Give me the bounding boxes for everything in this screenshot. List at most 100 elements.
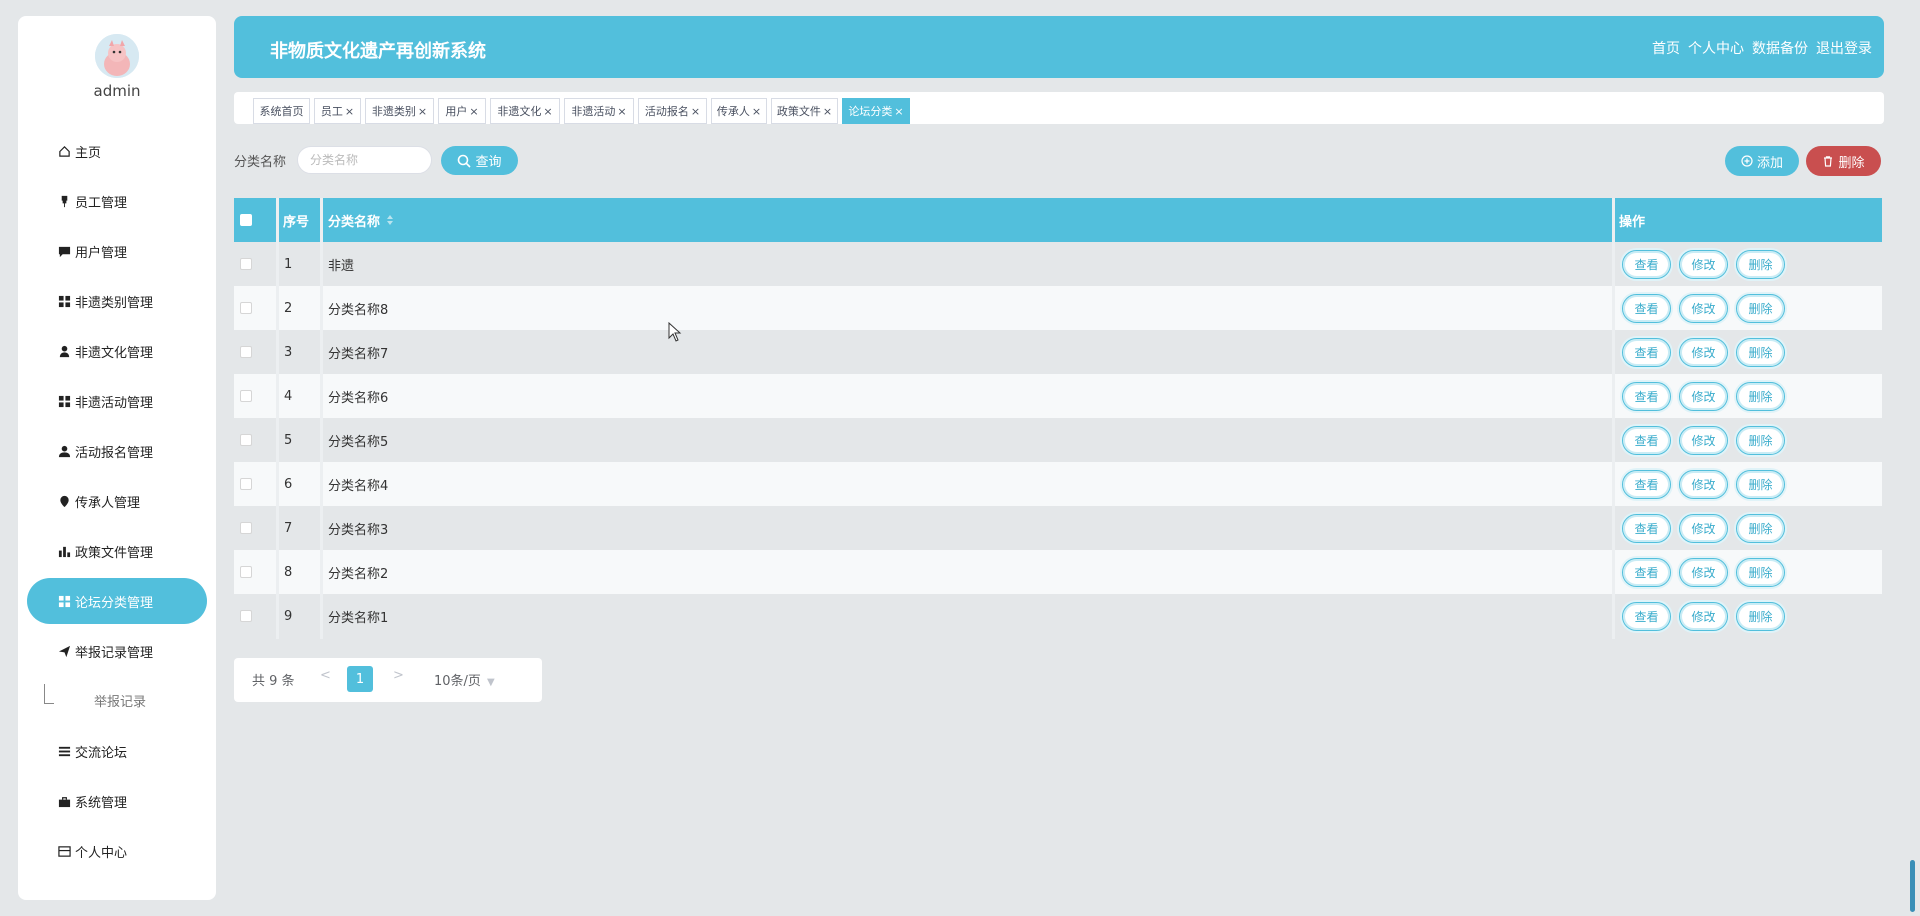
tab-2[interactable]: 员工 × <box>314 98 361 124</box>
sidebar-item-4[interactable]: 非遗类别管理 <box>27 278 207 324</box>
row-action-view-button[interactable]: 查看 <box>1622 250 1671 279</box>
sidebar-item-1[interactable]: 主页 <box>27 128 207 174</box>
row-index: 7 <box>284 520 293 536</box>
sidebar-item-3[interactable]: 用户管理 <box>27 228 207 274</box>
row-checkbox[interactable] <box>240 346 252 358</box>
sidebar-item-label: 论坛分类管理 <box>75 595 154 611</box>
row-action-edit-button[interactable]: 修改 <box>1679 382 1728 411</box>
select-all-checkbox[interactable] <box>240 214 252 226</box>
row-checkbox[interactable] <box>240 566 252 578</box>
row-action-view-button[interactable]: 查看 <box>1622 382 1671 411</box>
row-checkbox[interactable] <box>240 390 252 402</box>
row-action-view-button[interactable]: 查看 <box>1622 558 1671 587</box>
sidebar-item-12[interactable]: 交流论坛 <box>27 728 207 774</box>
row-action-edit-button[interactable]: 修改 <box>1679 294 1728 323</box>
close-icon[interactable]: × <box>617 105 626 118</box>
tab-10[interactable]: 论坛分类 × <box>842 98 910 124</box>
row-checkbox[interactable] <box>240 610 252 622</box>
row-action-delete-button[interactable]: 删除 <box>1736 426 1785 455</box>
row-action-edit-button[interactable]: 修改 <box>1679 426 1728 455</box>
prev-page-button[interactable]: < <box>320 668 331 683</box>
sidebar-item-7[interactable]: 活动报名管理 <box>27 428 207 474</box>
row-action-view-button[interactable]: 查看 <box>1622 294 1671 323</box>
sidebar-item-2[interactable]: 员工管理 <box>27 178 207 224</box>
row-action-view-button[interactable]: 查看 <box>1622 426 1671 455</box>
sidebar-item-5[interactable]: 非遗文化管理 <box>27 328 207 374</box>
next-page-button[interactable]: > <box>393 668 404 683</box>
column-header-name[interactable]: 分类名称 <box>328 198 394 242</box>
tab-1[interactable]: 系统首页 <box>253 98 310 124</box>
tab-5[interactable]: 非遗文化 × <box>490 98 560 124</box>
page-size-select[interactable]: 10条/页 ▼ <box>434 670 495 689</box>
scrollbar-thumb[interactable] <box>1910 860 1915 912</box>
row-checkbox[interactable] <box>240 302 252 314</box>
close-icon[interactable]: × <box>345 105 354 118</box>
header-link-3[interactable]: 数据备份 <box>1752 38 1808 58</box>
row-category-name: 分类名称1 <box>328 610 389 626</box>
row-action-view-button[interactable]: 查看 <box>1622 470 1671 499</box>
row-action-edit-button[interactable]: 修改 <box>1679 338 1728 367</box>
close-icon[interactable]: × <box>469 105 478 118</box>
tab-9[interactable]: 政策文件 × <box>771 98 838 124</box>
avatar[interactable] <box>95 34 139 78</box>
tab-4[interactable]: 用户 × <box>438 98 486 124</box>
sort-icon[interactable] <box>386 214 394 226</box>
row-action-view-button[interactable]: 查看 <box>1622 514 1671 543</box>
page-number-1[interactable]: 1 <box>347 666 373 692</box>
sidebar-item-13[interactable]: 系统管理 <box>27 778 207 824</box>
close-icon[interactable]: × <box>691 105 700 118</box>
tab-8[interactable]: 传承人 × <box>711 98 767 124</box>
row-action-edit-button[interactable]: 修改 <box>1679 514 1728 543</box>
row-action-delete-button[interactable]: 删除 <box>1736 382 1785 411</box>
batch-delete-button[interactable]: 删除 <box>1806 146 1881 176</box>
pin-icon <box>57 194 71 208</box>
query-button[interactable]: 查询 <box>441 146 518 175</box>
close-icon[interactable]: × <box>752 105 761 118</box>
sidebar-item-11[interactable]: 举报记录管理 <box>27 628 207 674</box>
row-action-delete-button[interactable]: 删除 <box>1736 602 1785 631</box>
sidebar-item-10[interactable]: 论坛分类管理 <box>27 578 207 624</box>
sidebar-item-9[interactable]: 政策文件管理 <box>27 528 207 574</box>
query-button-label: 查询 <box>475 154 502 169</box>
row-action-delete-button[interactable]: 删除 <box>1736 250 1785 279</box>
row-action-edit-button[interactable]: 修改 <box>1679 602 1728 631</box>
sidebar-item-6[interactable]: 非遗活动管理 <box>27 378 207 424</box>
header-link-1[interactable]: 首页 <box>1652 38 1680 58</box>
tab-label: 论坛分类 <box>848 105 893 118</box>
sidebar-item-label: 非遗文化管理 <box>75 345 154 361</box>
row-action-view-button[interactable]: 查看 <box>1622 602 1671 631</box>
table-row: 5 分类名称5 查看 修改 删除 <box>234 418 1882 462</box>
tab-3[interactable]: 非遗类别 × <box>365 98 434 124</box>
row-checkbox[interactable] <box>240 434 252 446</box>
tab-label: 非遗文化 <box>497 105 542 118</box>
row-action-delete-button[interactable]: 删除 <box>1736 558 1785 587</box>
row-action-delete-button[interactable]: 删除 <box>1736 514 1785 543</box>
row-action-edit-button[interactable]: 修改 <box>1679 470 1728 499</box>
close-icon[interactable]: × <box>823 105 832 118</box>
row-checkbox[interactable] <box>240 478 252 490</box>
row-action-delete-button[interactable]: 删除 <box>1736 470 1785 499</box>
category-name-search-input[interactable] <box>297 146 432 174</box>
row-action-delete-button[interactable]: 删除 <box>1736 294 1785 323</box>
row-checkbox[interactable] <box>240 258 252 270</box>
sidebar-subitem-report-records[interactable]: 举报记录 <box>54 680 204 720</box>
close-icon[interactable]: × <box>418 105 427 118</box>
close-icon[interactable]: × <box>894 105 903 118</box>
row-action-edit-button[interactable]: 修改 <box>1679 558 1728 587</box>
tab-label: 传承人 <box>716 105 750 118</box>
add-button[interactable]: 添加 <box>1725 146 1799 176</box>
row-action-edit-button[interactable]: 修改 <box>1679 250 1728 279</box>
search-label: 分类名称 <box>234 155 287 170</box>
sidebar-item-14[interactable]: 个人中心 <box>27 828 207 874</box>
sidebar-item-8[interactable]: 传承人管理 <box>27 478 207 524</box>
row-action-delete-button[interactable]: 删除 <box>1736 338 1785 367</box>
row-action-view-button[interactable]: 查看 <box>1622 338 1671 367</box>
close-icon[interactable]: × <box>543 105 552 118</box>
header-link-2[interactable]: 个人中心 <box>1688 38 1744 58</box>
tab-7[interactable]: 活动报名 × <box>638 98 707 124</box>
sidebar-item-label: 员工管理 <box>75 195 128 211</box>
row-checkbox[interactable] <box>240 522 252 534</box>
row-actions: 查看 修改 删除 <box>1622 470 1785 499</box>
header-link-4[interactable]: 退出登录 <box>1816 38 1872 58</box>
tab-6[interactable]: 非遗活动 × <box>564 98 634 124</box>
